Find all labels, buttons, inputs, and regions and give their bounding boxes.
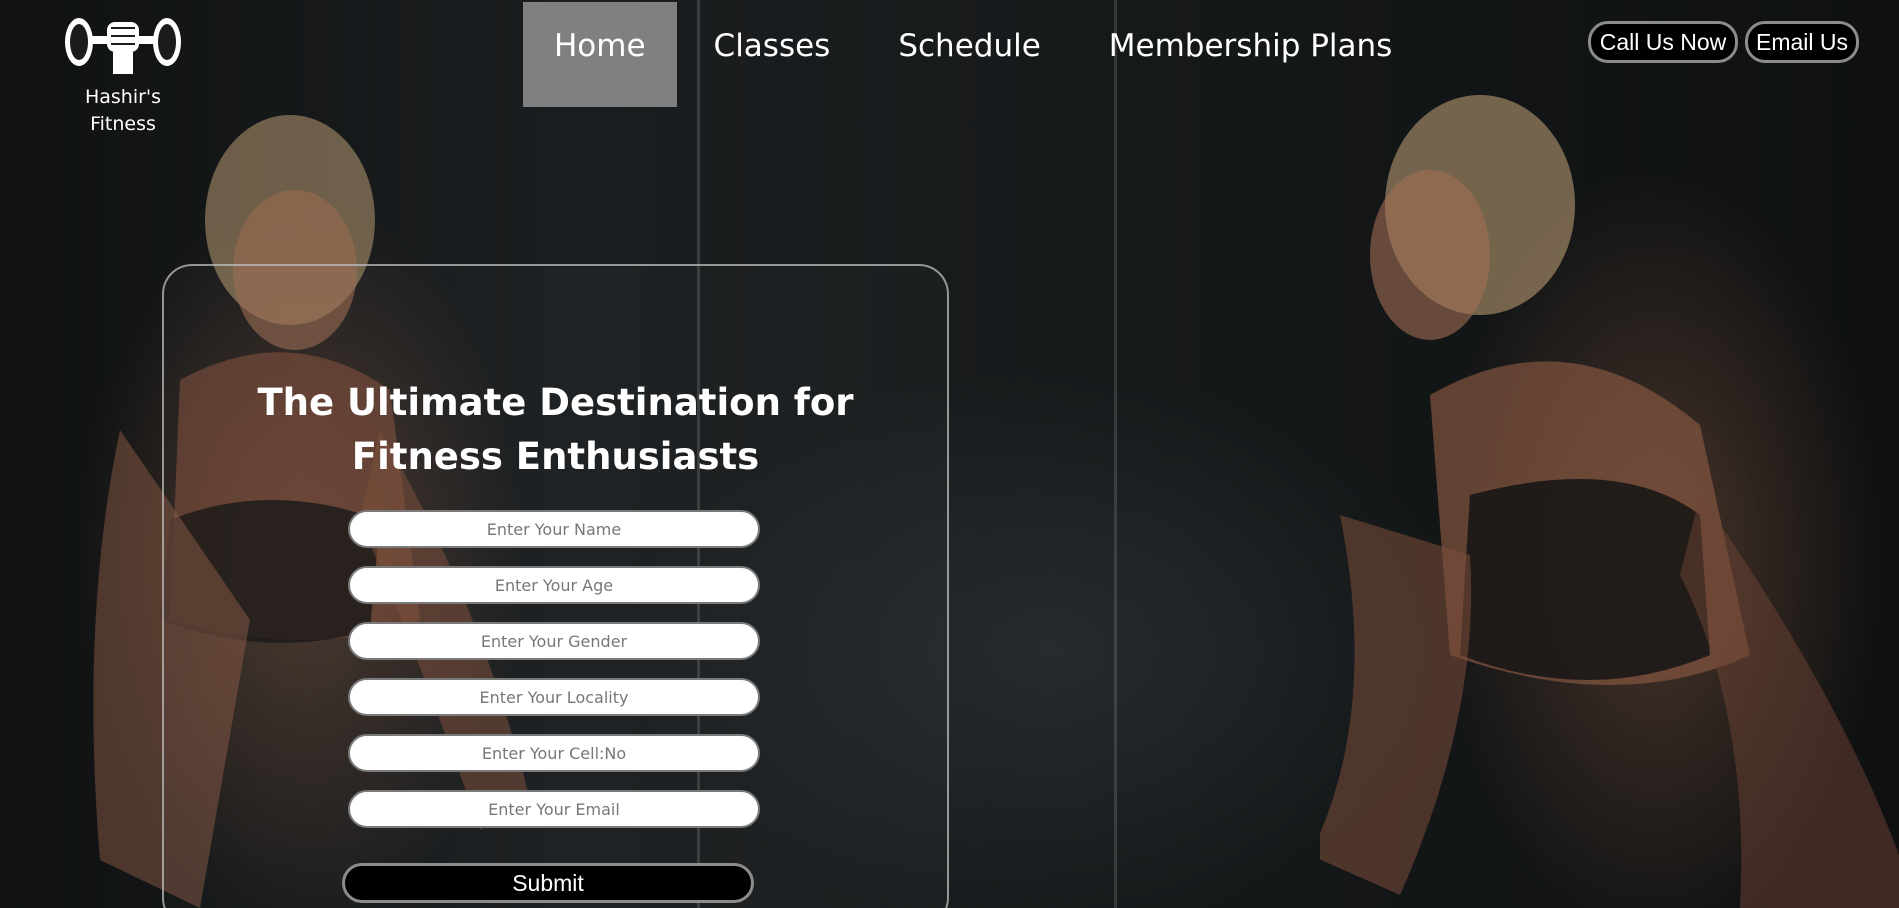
brand-name-line2: Fitness bbox=[90, 113, 156, 135]
email-input[interactable] bbox=[348, 790, 760, 828]
main-nav: Home Classes Schedule Membership Plans bbox=[523, 2, 1392, 107]
nav-item-home[interactable]: Home bbox=[523, 2, 677, 107]
brand-logo[interactable]: Hashir's Fitness bbox=[58, 14, 188, 138]
nav-item-membership-plans[interactable]: Membership Plans bbox=[1109, 2, 1393, 107]
nav-item-schedule[interactable]: Schedule bbox=[898, 2, 1040, 107]
locality-input[interactable] bbox=[348, 678, 760, 716]
mirror-seam bbox=[1114, 0, 1117, 908]
gender-input[interactable] bbox=[348, 622, 760, 660]
hero-headline-line1: The Ultimate Destination for bbox=[257, 381, 854, 424]
hero-headline-line2: Fitness Enthusiasts bbox=[351, 435, 760, 478]
cell-number-input[interactable] bbox=[348, 734, 760, 772]
call-us-button[interactable]: Call Us Now bbox=[1588, 21, 1738, 63]
name-input[interactable] bbox=[348, 510, 760, 548]
brand-name-line1: Hashir's bbox=[84, 86, 162, 108]
email-us-button[interactable]: Email Us bbox=[1745, 21, 1859, 63]
age-input[interactable] bbox=[348, 566, 760, 604]
athlete-right-image bbox=[1320, 95, 1899, 908]
hero-headline: The Ultimate Destination for Fitness Ent… bbox=[162, 376, 949, 484]
page: Hashir's Fitness Home Classes Schedule M… bbox=[0, 0, 1899, 908]
dumbbell-fist-icon bbox=[65, 18, 181, 74]
nav-item-classes[interactable]: Classes bbox=[714, 2, 831, 107]
submit-button[interactable]: Submit bbox=[342, 863, 754, 903]
